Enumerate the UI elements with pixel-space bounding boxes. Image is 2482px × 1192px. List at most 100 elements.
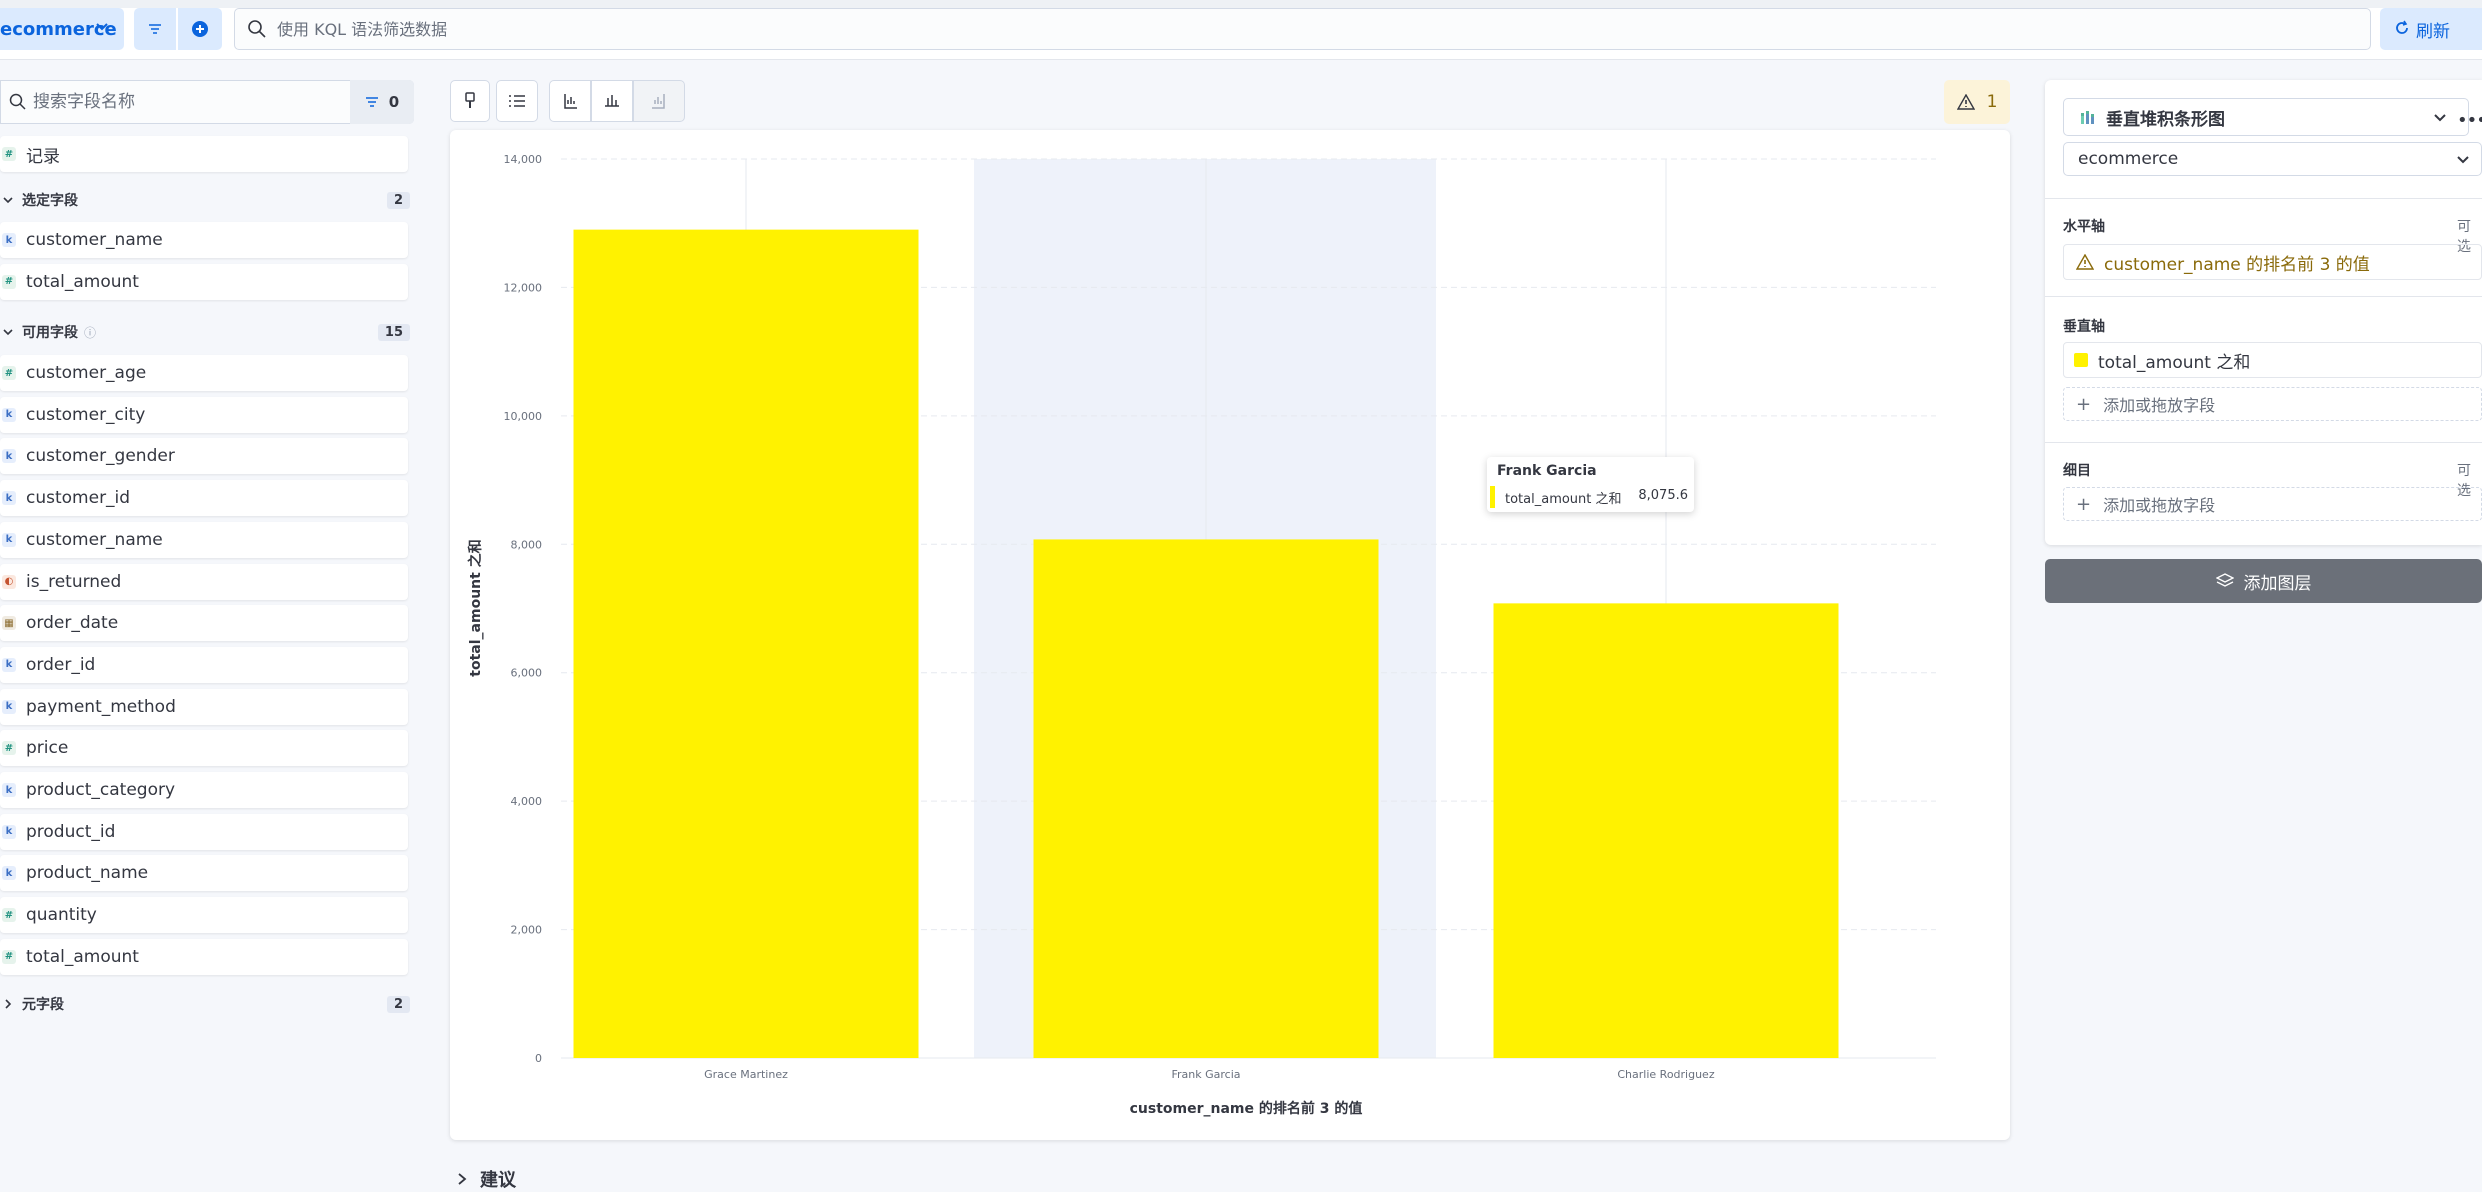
more-options-icon[interactable]: •••	[2457, 110, 2482, 131]
field-item[interactable]: k product_category	[0, 772, 408, 808]
filter-menu-button[interactable]	[134, 8, 176, 50]
field-item[interactable]: # total_amount	[0, 938, 408, 975]
number-type-icon: #	[2, 274, 16, 289]
search-icon	[9, 93, 26, 110]
warning-count: 1	[1986, 92, 1998, 112]
bar-0[interactable]	[573, 229, 919, 1058]
horizontal-axis-value: customer_name 的排名前 3 的值	[2104, 254, 2370, 275]
y-tick-label: 0	[535, 1052, 542, 1065]
field-item[interactable]: k customer_city	[0, 396, 408, 433]
bar-stacked-icon	[2081, 111, 2094, 124]
filter-icon	[149, 24, 161, 34]
chart-panel: 0 2,000 4,000 6,000 8,000 10,000 12,000 14,000 G…	[450, 130, 2010, 1140]
warning-icon	[2076, 254, 2094, 270]
divider	[2045, 198, 2482, 199]
chevron-down-icon	[2434, 114, 2446, 122]
field-item[interactable]: k payment_method	[0, 688, 408, 725]
x-axis-title: customer_name 的排名前 3 的值	[1130, 1100, 1363, 1117]
kql-input[interactable]	[277, 15, 2177, 43]
vertical-axis-dimension[interactable]: total_amount 之和	[2063, 342, 2482, 378]
add-filter-button[interactable]	[178, 8, 222, 50]
number-type-icon: #	[2, 908, 16, 923]
meta-fields-header[interactable]: 元字段 2	[0, 992, 410, 1016]
field-item[interactable]: k customer_id	[0, 480, 408, 517]
vertical-axis-value: total_amount 之和	[2098, 352, 2251, 373]
vertical-axis-label: 垂直轴	[2063, 319, 2105, 335]
keyword-type-icon: k	[2, 657, 16, 672]
kql-query-bar[interactable]	[234, 8, 2371, 50]
right-axis-button	[633, 80, 685, 122]
divider	[2045, 442, 2482, 443]
field-item[interactable]: k product_id	[0, 813, 408, 850]
bar-chart[interactable]: 0 2,000 4,000 6,000 8,000 10,000 12,000 14,000 G…	[450, 130, 2010, 1140]
y-axis-title: total_amount 之和	[467, 539, 484, 676]
tooltip-series-color	[1490, 486, 1495, 508]
warnings-button[interactable]: 1	[1944, 80, 2010, 124]
field-name: customer_id	[26, 488, 131, 509]
boolean-type-icon: ◐	[2, 574, 16, 589]
field-name: 记录	[26, 146, 60, 167]
y-tick-label: 4,000	[511, 795, 543, 808]
field-name: product_category	[26, 780, 176, 800]
field-type-filter-button[interactable]: 0	[350, 80, 414, 124]
search-icon	[248, 20, 266, 38]
selected-fields-header[interactable]: 选定字段 2	[0, 188, 410, 212]
bottom-axis-icon	[605, 95, 619, 107]
vertical-axis-add-field[interactable]: + 添加或拖放字段	[2063, 387, 2482, 421]
field-item[interactable]: k order_id	[0, 646, 408, 683]
data-view-selector[interactable]: ecommerce	[0, 8, 124, 50]
available-fields-header[interactable]: 可用字段 ⓘ 15	[0, 320, 410, 344]
bar-1[interactable]	[1033, 539, 1379, 1058]
y-tick-label: 12,000	[504, 281, 543, 294]
bottom-axis-button[interactable]	[591, 80, 633, 122]
section-title: 元字段	[22, 997, 64, 1013]
field-item[interactable]: k customer_name	[0, 521, 408, 558]
field-item[interactable]: k product_name	[0, 855, 408, 892]
left-axis-button[interactable]	[549, 80, 591, 122]
chevron-down-icon	[96, 23, 108, 31]
add-layer-button[interactable]: 添加图层	[2045, 559, 2482, 603]
add-layer-label: 添加图层	[2243, 573, 2312, 594]
layer-config-panel: 垂直堆积条形图 ••• ecommerce 水平轴 可选 customer_na…	[2045, 80, 2482, 545]
field-item[interactable]: ◐ is_returned	[0, 563, 408, 600]
keyword-type-icon: k	[2, 491, 16, 506]
field-name: price	[26, 738, 69, 759]
keyword-type-icon: k	[2, 783, 16, 797]
suggestions-toggle[interactable]: 建议	[456, 1166, 516, 1192]
legend-options-button[interactable]	[496, 80, 538, 122]
field-filter-count: 0	[388, 93, 400, 111]
suggestions-label: 建议	[480, 1170, 516, 1191]
number-type-icon: #	[2, 949, 16, 964]
field-name: customer_city	[26, 404, 146, 425]
field-search-input[interactable]	[33, 89, 333, 115]
field-item-records[interactable]: # 记录	[0, 136, 408, 172]
number-type-icon: #	[2, 366, 16, 380]
field-item[interactable]: # price	[0, 730, 408, 767]
field-name: customer_gender	[26, 446, 175, 467]
section-title: 选定字段	[22, 193, 78, 209]
bar-2[interactable]	[1493, 603, 1839, 1058]
field-item[interactable]: k customer_gender	[0, 438, 408, 475]
field-item[interactable]: # quantity	[0, 897, 408, 934]
number-type-icon: #	[2, 147, 16, 161]
x-tick-label: Charlie Rodriguez	[1617, 1068, 1714, 1081]
field-item[interactable]: # total_amount	[0, 263, 408, 300]
chart-type-selector[interactable]: 垂直堆积条形图	[2063, 98, 2469, 136]
horizontal-axis-dimension[interactable]: customer_name 的排名前 3 的值	[2063, 244, 2482, 280]
refresh-button[interactable]: 刷新	[2380, 8, 2482, 50]
breakdown-add-field[interactable]: + 添加或拖放字段	[2063, 487, 2482, 521]
refresh-label: 刷新	[2416, 21, 2450, 42]
layer-data-view-selector[interactable]: ecommerce	[2063, 142, 2482, 176]
field-item[interactable]: ▦ order_date	[0, 605, 408, 642]
field-name: total_amount	[26, 271, 139, 292]
layers-icon	[2215, 573, 2234, 587]
field-name: product_name	[26, 863, 149, 884]
chevron-down-icon	[3, 329, 13, 336]
y-tick-label: 6,000	[511, 667, 543, 680]
field-name: product_id	[26, 821, 116, 842]
field-item[interactable]: k customer_name	[0, 222, 408, 258]
field-name: total_amount	[26, 946, 139, 967]
help-icon[interactable]: ⓘ	[84, 324, 96, 341]
field-item[interactable]: # customer_age	[0, 355, 408, 391]
visual-options-button[interactable]	[450, 80, 490, 122]
